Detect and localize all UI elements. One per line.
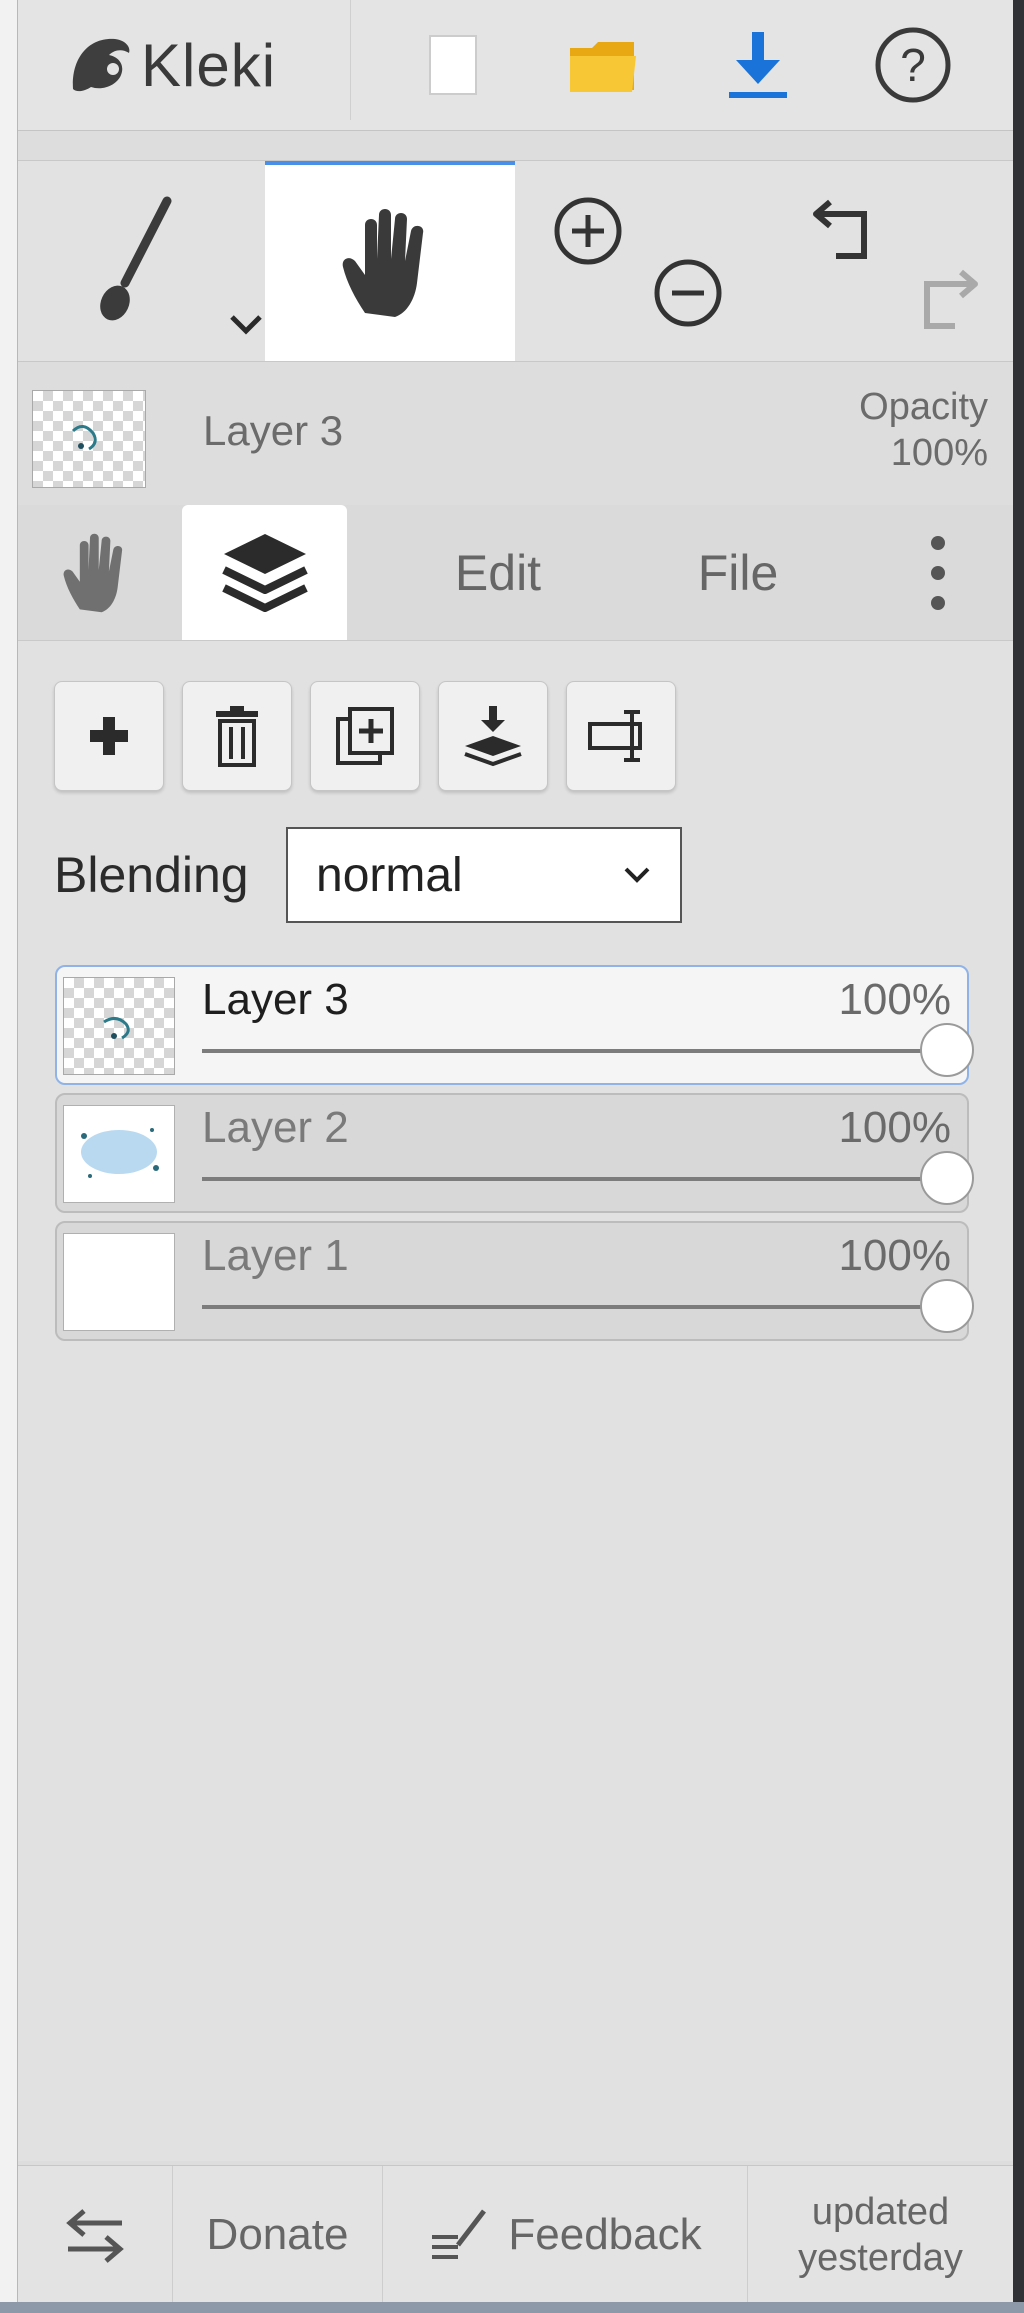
duplicate-layer-button[interactable] [310,681,420,791]
thumbnail-cloud [81,1128,159,1178]
feedback-label: Feedback [508,2209,702,2259]
zoom-in-button[interactable] [548,191,628,271]
donate-button[interactable]: Donate [173,2166,383,2303]
updated-line-2: yesterday [798,2236,963,2279]
merge-down-button[interactable] [438,681,548,791]
question-mark-icon: ? [875,27,951,103]
opacity-label: Opacity [859,386,988,428]
zoom-in-icon [554,197,622,265]
tab-file[interactable]: File [638,505,838,640]
chevron-down-icon [624,867,650,883]
update-status[interactable]: updated yesterday [748,2166,1013,2303]
vertical-dots-icon [931,535,945,610]
layer-opacity: 100% [838,975,951,1024]
hand-icon [63,533,123,612]
rename-icon [588,710,642,762]
folder-icon [570,42,636,92]
layer-name: Layer 2 [202,1103,349,1152]
svg-text:?: ? [900,39,926,91]
brush-tool-button[interactable] [18,161,263,361]
layer-opacity: 100% [838,1103,951,1152]
rename-layer-button[interactable] [566,681,676,791]
layer-thumbnail [63,1233,175,1331]
new-image-button[interactable] [403,20,503,110]
download-icon [729,32,787,98]
taskbar-edge [0,2302,1024,2313]
open-image-button[interactable] [553,20,653,110]
slider-knob[interactable] [920,1279,974,1333]
tool-row [18,160,1013,362]
more-menu-button[interactable] [888,505,988,640]
layer-opacity-slider[interactable] [202,1023,974,1077]
layer-row-3[interactable]: Layer 3 100% [55,965,974,1085]
active-layer-thumbnail [32,390,146,488]
undo-icon [813,199,867,259]
updated-line-1: updated [811,2190,950,2233]
topbar-divider [350,0,351,120]
kleki-app: Kleki ? Layer 3 Opacity 100% Edit File B… [0,0,1024,2313]
slider-knob[interactable] [920,1151,974,1205]
layer-thumbnail [63,977,175,1075]
panel-tabs: Edit File [18,505,1013,641]
duplicate-icon [336,707,394,765]
zoom-out-icon [654,259,722,327]
redo-button[interactable] [898,261,988,341]
thumbnail-doodle [71,425,97,451]
layers-panel: Blending normal Layer 3 100% Layer 2 100… [18,641,1013,2161]
top-bar: Kleki ? [18,0,1013,131]
kleki-logo-icon [72,38,130,92]
layer-row-2[interactable]: Layer 2 100% [55,1093,974,1213]
add-layer-button[interactable] [54,681,164,791]
layer-row-1[interactable]: Layer 1 100% [55,1221,974,1341]
active-layer-name: Layer 3 [203,407,344,454]
save-image-button[interactable] [708,20,808,110]
chevron-down-icon[interactable] [226,309,266,339]
layer-opacity-slider[interactable] [202,1279,974,1333]
blending-value: normal [316,848,463,902]
trash-icon [216,706,258,767]
tab-edit[interactable]: Edit [398,505,598,640]
help-button[interactable]: ? [863,20,963,110]
tab-hand[interactable] [38,505,158,640]
zoom-out-button[interactable] [648,253,728,333]
layers-icon [221,533,308,612]
merge-down-icon [464,706,522,767]
active-layer-info: Layer 3 Opacity 100% [18,362,1013,492]
blending-label: Blending [54,847,249,903]
blank-page-icon [429,35,477,95]
canvas-edge [0,0,18,2313]
layer-opacity: 100% [838,1231,951,1280]
opacity-value: 100% [890,432,988,474]
brush-icon [99,196,171,321]
layer-name: Layer 1 [202,1231,349,1280]
swap-side-button[interactable] [18,2166,173,2303]
kleki-logo[interactable]: Kleki [63,20,276,110]
tab-layers[interactable] [182,505,347,640]
hand-tool-button[interactable] [265,161,515,361]
delete-layer-button[interactable] [182,681,292,791]
slider-knob[interactable] [920,1023,974,1077]
feedback-button[interactable]: Feedback [383,2166,748,2303]
logo-text: Kleki [141,31,277,99]
undo-button[interactable] [803,191,893,271]
thumbnail-doodle [103,1017,130,1040]
hand-icon [342,209,424,317]
active-layer-opacity: Opacity 100% [859,384,988,476]
redo-icon [924,269,978,329]
plus-icon [90,717,128,755]
feedback-pen-icon [432,2208,487,2259]
layer-thumbnail [63,1105,175,1203]
layer-opacity-slider[interactable] [202,1151,974,1205]
swap-arrows-icon [66,2208,124,2263]
window-edge [1013,0,1024,2313]
blending-select[interactable]: normal [286,827,682,923]
footer-bar: Donate Feedback updated yesterday [18,2165,1013,2303]
layer-name: Layer 3 [202,975,349,1024]
